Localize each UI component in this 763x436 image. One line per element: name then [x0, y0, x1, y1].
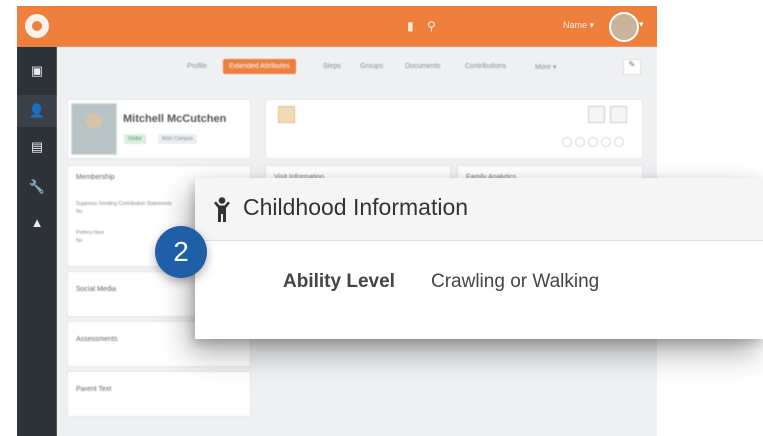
people-icon[interactable]: 👤 — [17, 95, 57, 127]
panel-header: Childhood Information — [195, 178, 763, 241]
tools-icon[interactable]: 🔧 — [17, 171, 57, 203]
tab-groups[interactable]: Groups — [360, 63, 383, 70]
status-badge: Visitor — [124, 134, 146, 144]
membership-line1-label: Suppress Sending Contribution Statements — [76, 201, 172, 207]
search-icon[interactable]: ⚲ — [427, 19, 436, 33]
person-tabs: Profile Extended Attributes Steps Groups… — [57, 57, 657, 79]
membership-line2-value: No — [76, 238, 83, 244]
logo-icon[interactable] — [25, 14, 49, 38]
membership-title: Membership — [76, 174, 115, 181]
person-header-right — [265, 99, 643, 159]
top-bar: ▮ ⚲ Name ▾ ▾ — [17, 6, 657, 47]
ability-level-value: Crawling or Walking — [431, 271, 600, 292]
avatar[interactable] — [609, 12, 639, 42]
tab-more[interactable]: More ▾ — [535, 63, 556, 71]
download-icon[interactable] — [588, 106, 605, 123]
print-icon[interactable] — [610, 106, 627, 123]
tab-extended-attributes[interactable]: Extended Attributes — [223, 59, 296, 74]
finance-icon[interactable]: ▤ — [17, 131, 57, 163]
parent-text-title: Parent Text — [76, 386, 112, 393]
tab-steps[interactable]: Steps — [323, 63, 341, 70]
admin-icon[interactable]: ▲ — [17, 207, 57, 239]
sidebar: ▣ 👤 ▤ 🔧 ▲ — [17, 47, 57, 436]
tab-documents[interactable]: Documents — [405, 63, 440, 70]
ability-level-label: Ability Level — [283, 271, 395, 292]
child-icon — [214, 197, 230, 222]
family-icon — [278, 106, 295, 123]
panel-title: Childhood Information — [243, 194, 469, 220]
chevron-down-icon[interactable]: ▾ — [639, 19, 644, 30]
edit-icon[interactable]: ✎ — [623, 59, 641, 75]
bookmark-icon[interactable]: ▮ — [407, 19, 414, 33]
person-name: Mitchell McCutchen — [123, 113, 227, 125]
assessments-title: Assessments — [76, 336, 118, 343]
tab-contributions[interactable]: Contributions — [465, 63, 506, 70]
user-menu[interactable]: Name ▾ — [563, 20, 594, 31]
membership-line2-label: Prefers Here — [76, 230, 105, 236]
social-media-title: Social Media — [76, 286, 117, 293]
person-photo — [71, 103, 117, 155]
campus-badge: Main Campus — [158, 134, 197, 144]
dashboard-icon[interactable]: ▣ — [17, 55, 57, 87]
membership-line1-value: No — [76, 209, 83, 215]
childhood-information-panel: Childhood Information Ability Level Craw… — [195, 178, 763, 339]
parent-text-card: Parent Text — [67, 371, 251, 417]
person-card: Mitchell McCutchen Visitor Main Campus — [67, 99, 251, 159]
tab-profile[interactable]: Profile — [187, 63, 207, 70]
step-number-badge: 2 — [155, 226, 207, 278]
badge-row — [562, 134, 632, 147]
